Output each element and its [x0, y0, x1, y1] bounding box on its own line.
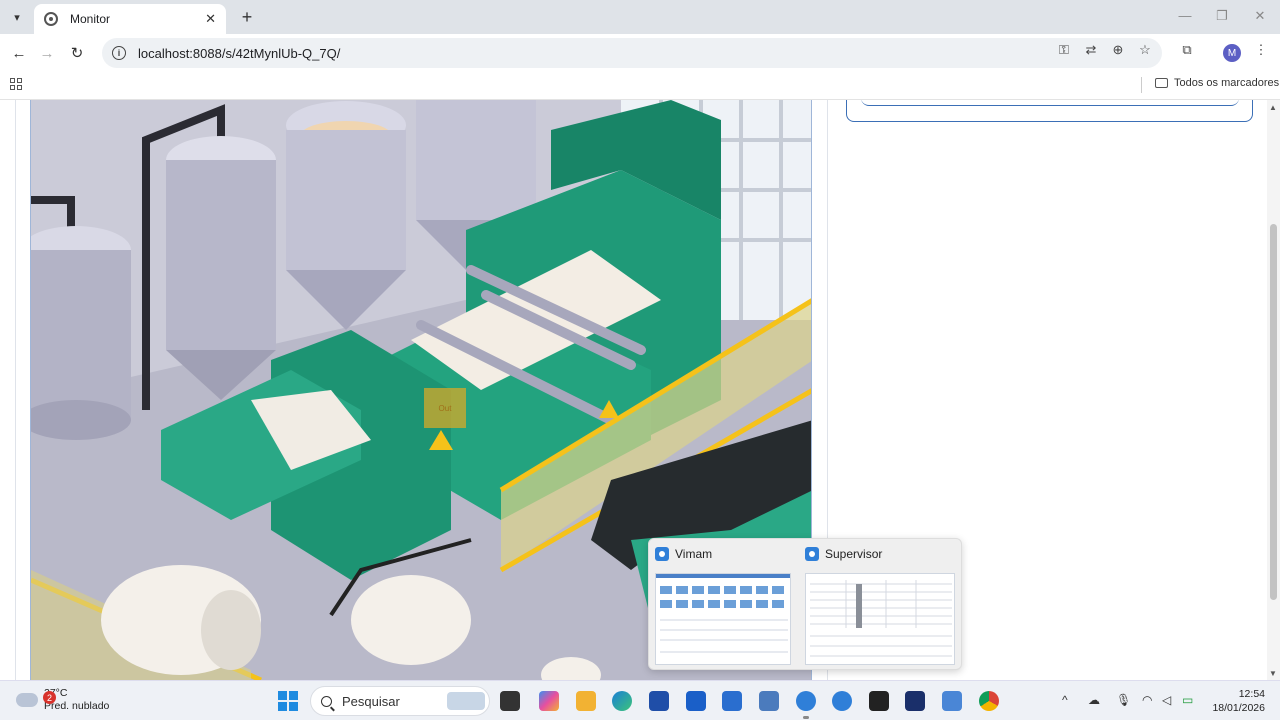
new-tab-button[interactable]: + — [236, 6, 258, 28]
active-indicator — [803, 716, 809, 719]
tab-search-button[interactable]: ▾ — [6, 6, 28, 28]
start-button[interactable] — [278, 691, 298, 711]
date: 18/01/2026 — [1212, 702, 1265, 714]
wifi-icon[interactable]: ◠ — [1142, 693, 1152, 707]
azure-icon[interactable] — [686, 691, 706, 711]
eye-icon — [805, 547, 819, 561]
chevron-up-icon[interactable]: ^ — [1062, 693, 1068, 707]
supervisor-thumbnail-image — [810, 580, 952, 657]
chrome-icon[interactable] — [979, 691, 999, 711]
out-tag[interactable]: Out — [424, 388, 466, 428]
tab-monitor[interactable]: Monitor ✕ — [34, 4, 226, 34]
all-bookmarks-folder[interactable]: Todos os marcadores — [1155, 77, 1279, 89]
notification-badge: 2 — [43, 691, 56, 704]
address-bar[interactable]: i localhost:8088/s/42tMynlUb-Q_7Q/ — [102, 38, 1162, 68]
battery-icon[interactable]: ▭ — [1182, 693, 1193, 707]
back-button[interactable]: ← — [8, 42, 30, 64]
eye-app-icon-2[interactable] — [832, 691, 852, 711]
weather-widget[interactable]: 2 27°C Pred. nublado — [16, 687, 109, 713]
forward-button[interactable]: → — [36, 42, 58, 64]
eye-app-icon[interactable] — [796, 691, 816, 711]
windows-taskbar: 2 27°C Pred. nublado Pesquisar ^ ☁ 🎙 ◠ ◁… — [0, 680, 1280, 720]
tab-strip: ▾ Monitor ✕ + — ❐ ✕ — [0, 0, 1280, 34]
search-highlight-image — [447, 692, 485, 710]
tab-title: Monitor — [70, 12, 111, 26]
clock[interactable]: 12:54 18/01/2026 — [1212, 687, 1265, 715]
onedrive-icon[interactable]: ☁ — [1088, 693, 1100, 707]
preview-item-vimam[interactable]: Vimam — [655, 547, 712, 561]
chevron-down-icon: ▾ — [14, 11, 20, 24]
globe-icon — [44, 12, 58, 26]
vimam-window-thumbnail[interactable] — [655, 573, 791, 665]
search-label: Pesquisar — [342, 693, 400, 709]
preview-label: Supervisor — [825, 547, 883, 561]
page-scrollbar[interactable]: ▲ ▼ — [1267, 100, 1280, 680]
minimize-button[interactable]: — — [1175, 8, 1195, 23]
close-icon[interactable]: ✕ — [205, 11, 216, 27]
site-info-icon[interactable]: i — [112, 46, 126, 60]
reload-button[interactable]: ↻ — [66, 42, 88, 64]
preview-item-supervisor[interactable]: Supervisor — [805, 547, 882, 561]
taskbar-search[interactable]: Pesquisar — [310, 686, 490, 716]
search-icon — [321, 695, 332, 707]
edge-icon[interactable] — [612, 691, 632, 711]
restore-button[interactable]: ❐ — [1212, 8, 1232, 24]
remote-desktop-icon[interactable] — [942, 691, 962, 711]
url-text: localhost:8088/s/42tMynlUb-Q_7Q/ — [138, 45, 341, 61]
task-view-icon[interactable] — [500, 691, 520, 711]
star-icon[interactable]: ☆ — [1136, 41, 1154, 59]
zoom-icon[interactable]: ⊕ — [1109, 41, 1127, 59]
bookmarks-bar: Todos os marcadores — [0, 72, 1280, 100]
preview-label: Vimam — [675, 547, 713, 561]
vimam-thumbnail-image — [656, 574, 790, 653]
translate-icon[interactable]: ⇄ — [1082, 41, 1100, 59]
feather-icon[interactable] — [905, 691, 925, 711]
time: 12:54 — [1238, 688, 1265, 700]
menu-icon[interactable]: ⋮ — [1252, 41, 1270, 59]
terminal-icon[interactable] — [869, 691, 889, 711]
side-panel — [846, 100, 1253, 122]
key-icon[interactable]: ⚿ — [1055, 41, 1073, 59]
all-bookmarks-label: Todos os marcadores — [1174, 77, 1280, 89]
eye-icon — [655, 547, 669, 561]
file-explorer-icon[interactable] — [576, 691, 596, 711]
extensions-icon[interactable]: ⧉ — [1178, 41, 1196, 59]
cloud-icon — [16, 693, 38, 707]
volume-icon[interactable]: ◁ — [1162, 693, 1171, 707]
folder-icon — [1155, 78, 1168, 88]
app-icon[interactable] — [759, 691, 779, 711]
microphone-icon[interactable]: 🎙 — [1116, 693, 1131, 707]
copilot-icon[interactable] — [539, 691, 559, 711]
taskbar-preview: Vimam Supervisor — [648, 538, 962, 670]
side-panel-field[interactable] — [861, 100, 1239, 106]
apps-grid-icon[interactable] — [10, 78, 22, 90]
supervisor-window-thumbnail[interactable] — [805, 573, 955, 665]
scroll-up-icon[interactable]: ▲ — [1269, 103, 1277, 112]
close-window-button[interactable]: ✕ — [1250, 8, 1270, 24]
browser-toolbar: ← → ↻ i localhost:8088/s/42tMynlUb-Q_7Q/… — [0, 34, 1280, 72]
avatar[interactable]: M — [1223, 44, 1241, 62]
outlook-icon[interactable] — [722, 691, 742, 711]
scrollbar-thumb[interactable] — [1270, 224, 1277, 600]
store-icon[interactable] — [649, 691, 669, 711]
divider — [1141, 77, 1142, 93]
scroll-down-icon[interactable]: ▼ — [1269, 669, 1277, 678]
page-content: Out ▲ ▼ — [0, 100, 1280, 680]
